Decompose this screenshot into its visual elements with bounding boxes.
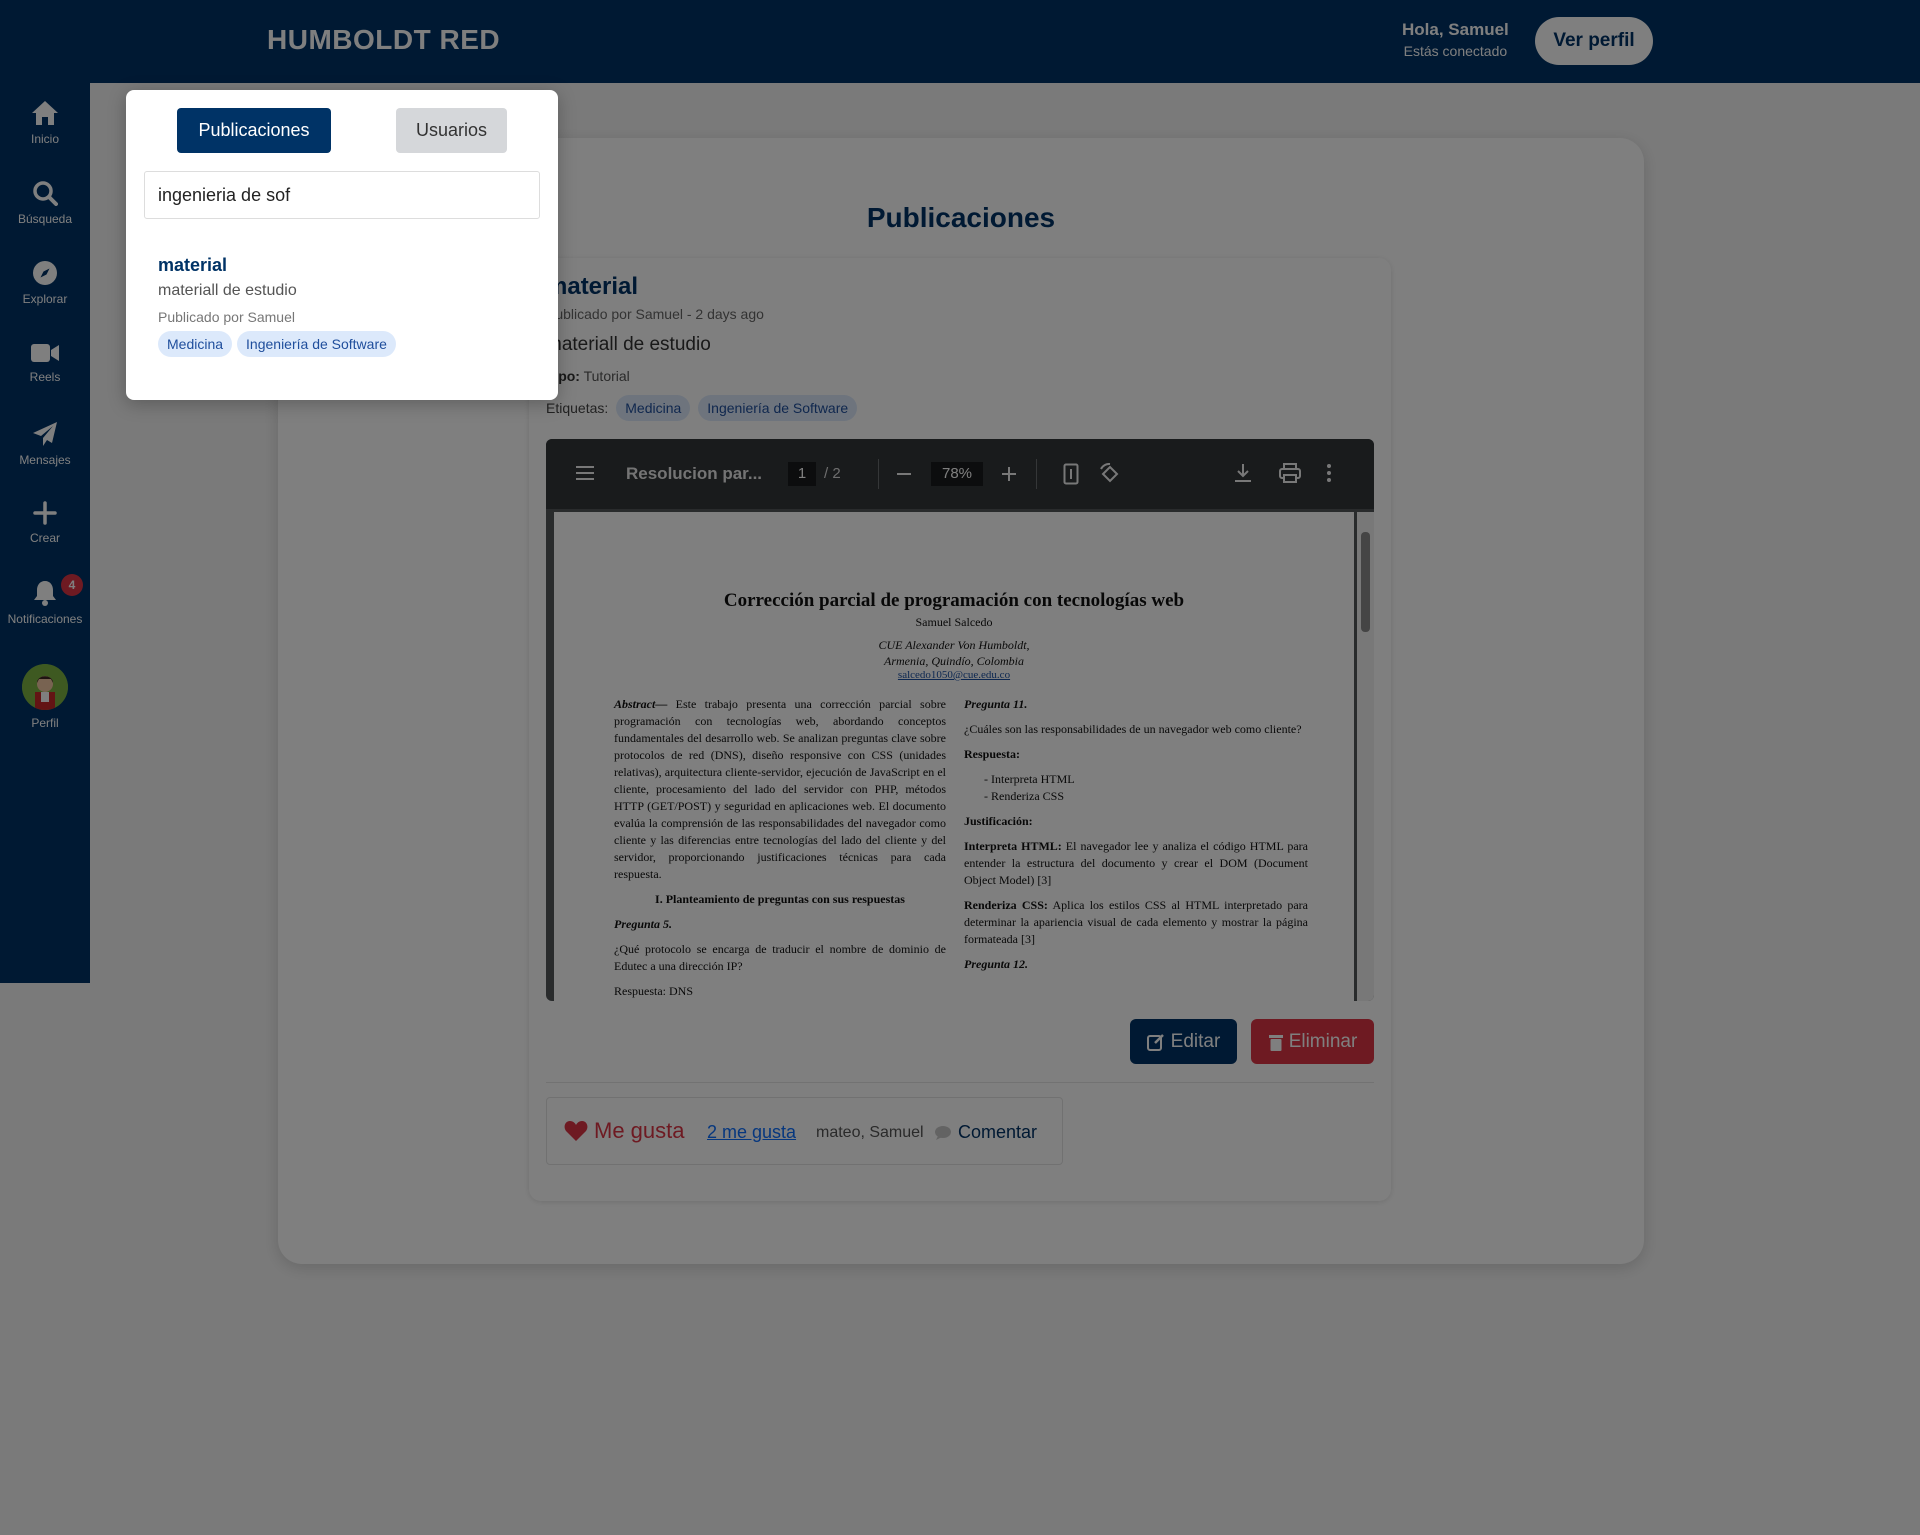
- tag-chip[interactable]: Medicina: [158, 331, 233, 357]
- search-panel: Publicaciones Usuarios material material…: [126, 90, 558, 400]
- result-title[interactable]: material: [158, 255, 396, 276]
- result-author: Publicado por Samuel: [158, 309, 295, 325]
- search-result-item[interactable]: material materiall de estudio Publicado …: [158, 255, 396, 357]
- result-description: materiall de estudio: [158, 282, 297, 299]
- search-input[interactable]: [144, 171, 540, 219]
- tab-usuarios[interactable]: Usuarios: [396, 108, 507, 153]
- tag-chip[interactable]: Ingeniería de Software: [237, 331, 396, 357]
- result-tags: Medicina Ingeniería de Software: [158, 331, 396, 357]
- tab-publicaciones[interactable]: Publicaciones: [177, 108, 331, 153]
